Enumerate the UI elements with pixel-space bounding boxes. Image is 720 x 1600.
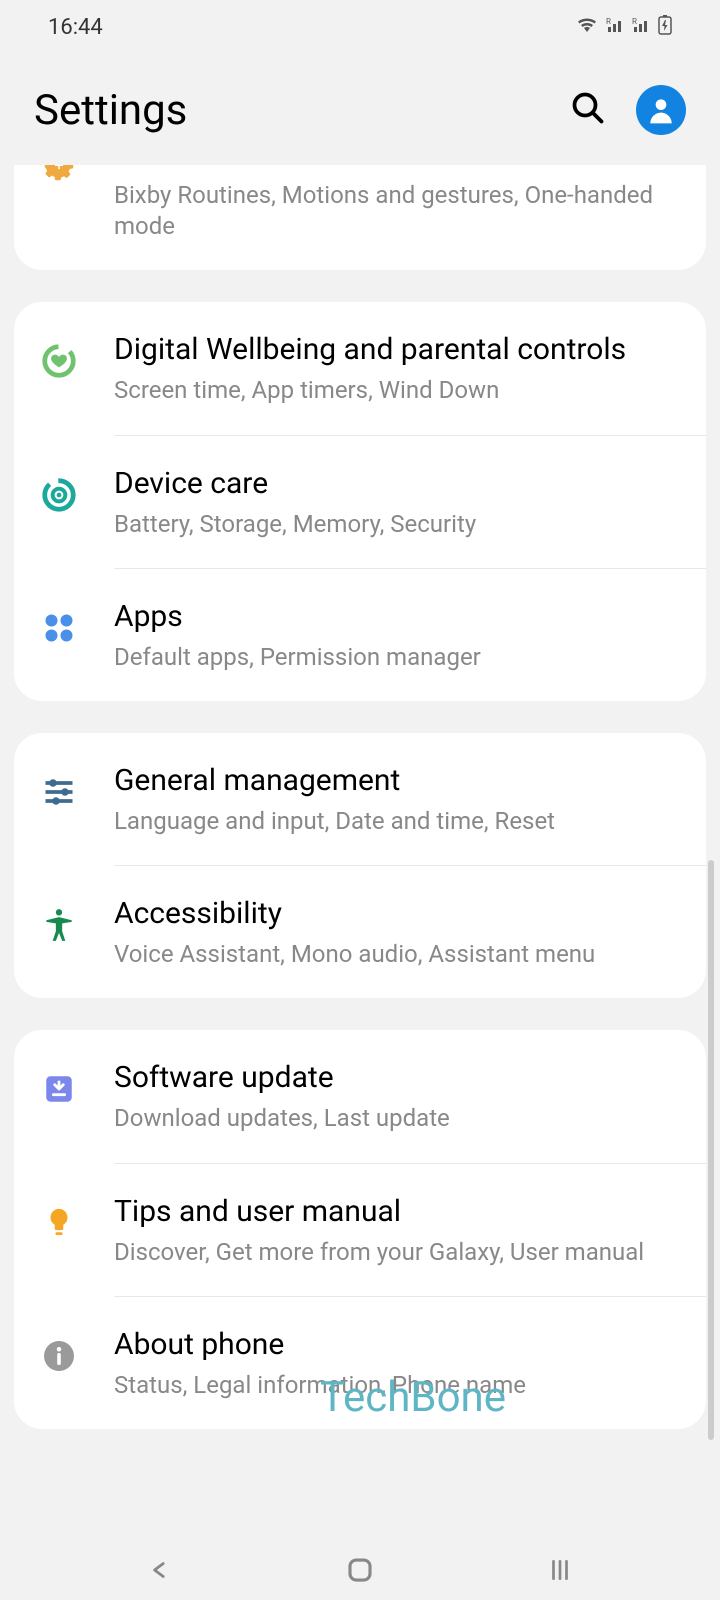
item-title: Accessibility — [114, 894, 686, 933]
setting-about-phone[interactable]: About phone Status, Legal information, P… — [14, 1297, 706, 1429]
scroll-indicator[interactable] — [708, 860, 714, 1440]
status-bar: 16:44 R R — [0, 0, 720, 55]
item-title: Apps — [114, 597, 686, 636]
update-icon — [34, 1064, 84, 1114]
item-title: Software update — [114, 1058, 686, 1097]
setting-tips-user-manual[interactable]: Tips and user manual Discover, Get more … — [14, 1164, 706, 1296]
setting-device-care[interactable]: Device care Battery, Storage, Memory, Se… — [14, 436, 706, 568]
item-title: Tips and user manual — [114, 1192, 686, 1231]
nav-recents-button[interactable] — [540, 1550, 580, 1590]
apps-icon — [34, 603, 84, 653]
nav-back-button[interactable] — [140, 1550, 180, 1590]
item-subtitle: Battery, Storage, Memory, Security — [114, 509, 686, 540]
settings-section: Digital Wellbeing and parental controls … — [14, 302, 706, 701]
nav-home-button[interactable] — [340, 1550, 380, 1590]
person-icon — [34, 900, 84, 950]
item-subtitle: Language and input, Date and time, Reset — [114, 806, 686, 837]
status-icons: R R — [576, 15, 672, 41]
device-care-icon — [34, 470, 84, 520]
item-subtitle: Voice Assistant, Mono audio, Assistant m… — [114, 939, 686, 970]
header: Settings — [0, 55, 720, 165]
settings-section: General management Language and input, D… — [14, 733, 706, 998]
setting-advanced-features[interactable]: Advanced features Bixby Routines, Motion… — [14, 165, 706, 270]
item-subtitle: Bixby Routines, Motions and gestures, On… — [114, 180, 686, 242]
battery-charging-icon — [658, 15, 672, 41]
wifi-icon — [576, 15, 598, 40]
bulb-icon — [34, 1198, 84, 1248]
setting-accessibility[interactable]: Accessibility Voice Assistant, Mono audi… — [14, 866, 706, 998]
search-button[interactable] — [570, 90, 606, 130]
setting-general-management[interactable]: General management Language and input, D… — [14, 733, 706, 865]
item-subtitle: Default apps, Permission manager — [114, 642, 686, 673]
gear-plus-icon — [34, 165, 84, 191]
item-subtitle: Status, Legal information, Phone name — [114, 1370, 686, 1401]
page-title: Settings — [34, 86, 187, 135]
setting-digital-wellbeing[interactable]: Digital Wellbeing and parental controls … — [14, 302, 706, 434]
settings-section: Software update Download updates, Last u… — [14, 1030, 706, 1429]
profile-button[interactable] — [636, 85, 686, 135]
item-title: Device care — [114, 464, 686, 503]
item-subtitle: Discover, Get more from your Galaxy, Use… — [114, 1237, 686, 1268]
item-title: Advanced features — [114, 165, 686, 174]
setting-apps[interactable]: Apps Default apps, Permission manager — [14, 569, 706, 701]
item-title: Digital Wellbeing and parental controls — [114, 330, 686, 369]
svg-text:R: R — [632, 17, 637, 26]
item-subtitle: Download updates, Last update — [114, 1103, 686, 1134]
svg-text:R: R — [606, 17, 611, 26]
item-title: General management — [114, 761, 686, 800]
nav-bar — [0, 1540, 720, 1600]
wellbeing-icon — [34, 336, 84, 386]
signal-r2-icon: R — [632, 15, 650, 40]
status-time: 16:44 — [48, 15, 103, 40]
settings-section: Advanced features Bixby Routines, Motion… — [14, 165, 706, 270]
setting-software-update[interactable]: Software update Download updates, Last u… — [14, 1030, 706, 1162]
info-icon — [34, 1331, 84, 1381]
signal-r1-icon: R — [606, 15, 624, 40]
item-subtitle: Screen time, App timers, Wind Down — [114, 375, 686, 406]
item-title: About phone — [114, 1325, 686, 1364]
sliders-icon — [34, 767, 84, 817]
